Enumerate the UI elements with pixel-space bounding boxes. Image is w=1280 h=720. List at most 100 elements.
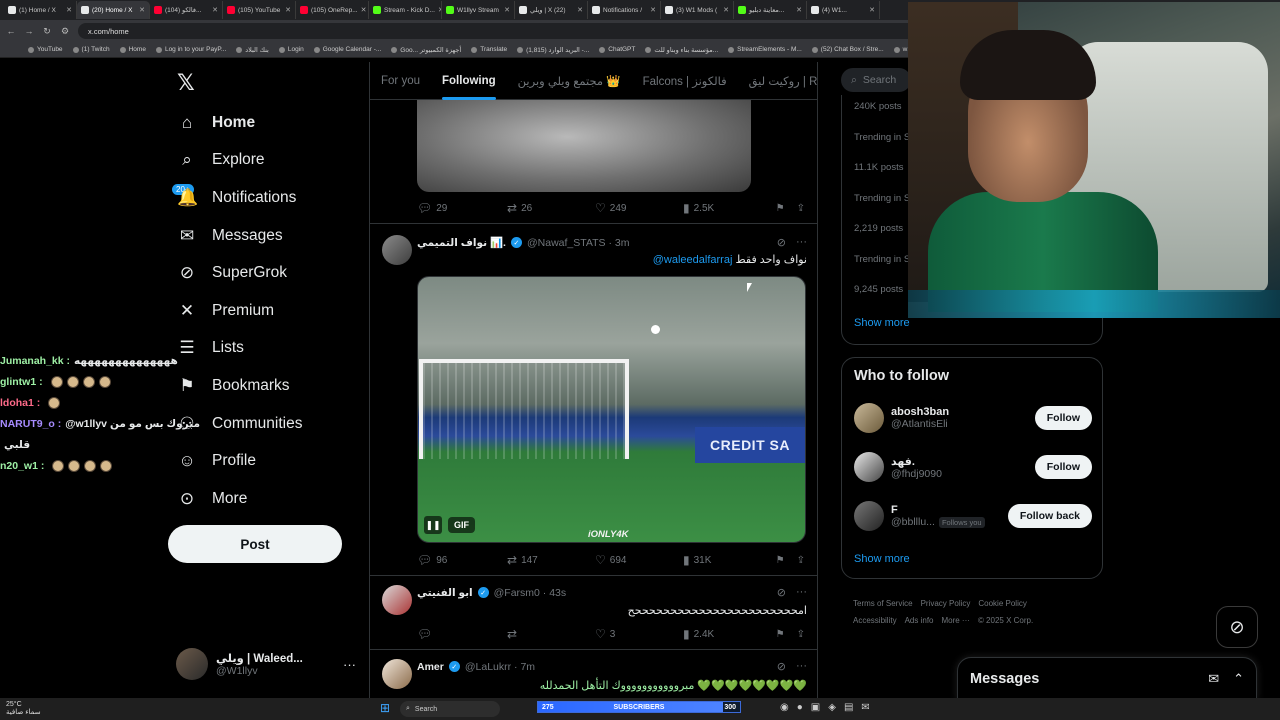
show-more-link[interactable]: Show more	[854, 553, 910, 565]
bookmark-item[interactable]: Log in to your PayP...	[155, 46, 226, 53]
trend-meta[interactable]: 9,245 posts	[854, 284, 903, 295]
nav-item-premium[interactable]: ✕ Premium	[170, 292, 360, 330]
author-name[interactable]: نواف التميمي 📊.	[417, 236, 506, 249]
share-icon[interactable]: ⇪	[797, 555, 805, 566]
bookmark-item[interactable]: (1) Twitch	[72, 46, 110, 53]
browser-tab[interactable]: (1) Home / X ✕	[4, 1, 77, 19]
chrome-icon[interactable]: ◉	[780, 702, 789, 713]
avatar[interactable]	[854, 501, 884, 531]
grok-icon[interactable]: ⊘	[777, 660, 786, 673]
suggestion-name[interactable]: abosh3ban	[891, 406, 949, 418]
suggestion-name[interactable]: F	[891, 504, 985, 516]
avatar[interactable]	[854, 452, 884, 482]
trend-meta[interactable]: 2,219 posts	[854, 223, 903, 234]
spotify-icon[interactable]: ●	[797, 702, 803, 713]
messages-drawer[interactable]: Messages ✉ ⌃	[957, 657, 1257, 701]
account-switcher[interactable]: ويلي | Waleed... @W1llyv ···	[176, 646, 356, 682]
close-icon[interactable]: ✕	[139, 6, 145, 14]
app-icon[interactable]: ▤	[844, 702, 853, 713]
timeline-tab[interactable]: Falcons | فالكونز	[632, 62, 738, 100]
views-button[interactable]: ▮ 2.5K	[683, 201, 773, 215]
repost-button[interactable]: ⇄ 147	[507, 553, 595, 567]
nav-item-more[interactable]: ⊙ More	[170, 480, 360, 518]
close-icon[interactable]: ✕	[650, 6, 656, 14]
close-icon[interactable]: ✕	[796, 6, 802, 14]
reply-button[interactable]: 💬︎	[417, 627, 507, 641]
trend-meta[interactable]: Trending in S	[854, 254, 910, 265]
close-icon[interactable]: ✕	[361, 6, 367, 14]
avatar[interactable]	[854, 403, 884, 433]
app-icon[interactable]: ✉	[861, 702, 869, 713]
author-handle[interactable]: @Nawaf_STATS · 3m	[527, 237, 629, 249]
close-icon[interactable]: ✕	[723, 6, 729, 14]
timeline-tab[interactable]: روكيت ليق | RL	[738, 62, 817, 100]
footer-link[interactable]: Cookie Policy	[978, 599, 1026, 608]
share-icon[interactable]: ⇪	[797, 203, 805, 214]
bookmark-item[interactable]: ChatGPT	[599, 46, 635, 53]
show-more-link[interactable]: Show more	[854, 317, 910, 329]
author-name[interactable]: Amer	[417, 661, 444, 673]
follow-button[interactable]: Follow	[1034, 406, 1092, 430]
author-handle[interactable]: @LaLukrr · 7m	[465, 661, 535, 673]
avatar[interactable]	[382, 659, 412, 689]
views-button[interactable]: ▮ 2.4K	[683, 627, 773, 641]
search-input[interactable]: ⌕ Search	[841, 68, 911, 92]
bookmark-icon[interactable]: ⚑	[776, 629, 785, 640]
repost-button[interactable]: ⇄ 26	[507, 201, 595, 215]
compose-message-icon[interactable]: ✉	[1208, 671, 1219, 687]
grok-icon[interactable]: ⊘	[777, 236, 786, 249]
close-icon[interactable]: ✕	[285, 6, 291, 14]
timeline-tab[interactable]: Following	[431, 62, 507, 100]
bookmark-item[interactable]: Home	[119, 46, 146, 53]
url-field[interactable]: x.com/home	[78, 23, 938, 39]
avatar[interactable]	[382, 585, 412, 615]
tweet-media[interactable]	[417, 100, 751, 192]
browser-tab[interactable]: ويلي | X (22) ✕	[515, 1, 588, 19]
follow-suggestion[interactable]: فهد. @fhdj9090 Follow	[854, 447, 1092, 487]
browser-tab[interactable]: W1llyv Stream ✕	[442, 1, 515, 19]
bookmark-item[interactable]: Google Calendar -...	[313, 46, 381, 53]
close-icon[interactable]: ✕	[504, 6, 510, 14]
browser-tab[interactable]: معاينة دبليو... ✕	[734, 1, 807, 19]
forward-icon[interactable]: →	[24, 26, 34, 36]
footer-link[interactable]: Accessibility	[853, 616, 897, 625]
suggestion-name[interactable]: فهد.	[891, 455, 942, 468]
author-handle[interactable]: @Farsm0 · 43s	[494, 587, 567, 599]
share-icon[interactable]: ⇪	[797, 629, 805, 640]
reply-button[interactable]: 💬︎ 29	[417, 201, 507, 215]
nav-item-home[interactable]: ⌂ Home	[170, 104, 360, 142]
timeline-tab[interactable]: For you	[370, 62, 431, 100]
repost-button[interactable]: ⇄	[507, 627, 595, 641]
app-icon[interactable]: ▣	[811, 702, 820, 713]
views-button[interactable]: ▮ 31K	[683, 553, 773, 567]
reload-icon[interactable]: ↻	[42, 26, 52, 37]
nav-item-messages[interactable]: ✉ Messages	[170, 217, 360, 255]
close-icon[interactable]: ✕	[869, 6, 875, 14]
trend-meta[interactable]: Trending in S	[854, 193, 910, 204]
bookmark-item[interactable]: بنك البلاد	[236, 46, 269, 54]
author-name[interactable]: ابو الفنيتي	[417, 587, 473, 599]
follow-suggestion[interactable]: F @bblllu... Follows you Follow back	[854, 496, 1092, 536]
like-button[interactable]: ♡ 249	[595, 201, 683, 215]
follow-button[interactable]: Follow	[1034, 455, 1092, 479]
trend-meta[interactable]: 240K posts	[854, 101, 902, 112]
bookmark-item[interactable]: YouTube	[28, 46, 63, 53]
back-icon[interactable]: ←	[6, 26, 16, 36]
browser-tab[interactable]: (105) YouTube ✕	[223, 1, 296, 19]
bookmark-item[interactable]: Goo... أجهزة الكمبيوتر	[391, 46, 461, 54]
bookmark-icon[interactable]: ⚑	[776, 203, 785, 214]
bookmark-item[interactable]: StreamElements - M...	[728, 46, 802, 53]
browser-tab[interactable]: (105) OneRep... ✕	[296, 1, 369, 19]
bookmark-icon[interactable]: ⚑	[776, 555, 785, 566]
footer-link[interactable]: Ads info	[905, 616, 934, 625]
like-button[interactable]: ♡ 694	[595, 553, 683, 567]
follow-button[interactable]: Follow back	[1007, 504, 1092, 528]
app-icon[interactable]: ◈	[828, 702, 836, 713]
browser-tab[interactable]: Notifications / ✕	[588, 1, 661, 19]
more-dots-icon[interactable]: ···	[796, 586, 807, 599]
x-logo-icon[interactable]: 𝕏	[177, 70, 195, 96]
close-icon[interactable]: ✕	[577, 6, 583, 14]
bookmark-item[interactable]: Translate	[471, 46, 507, 53]
grok-icon[interactable]: ⊘	[777, 586, 786, 599]
close-icon[interactable]: ✕	[66, 6, 72, 14]
